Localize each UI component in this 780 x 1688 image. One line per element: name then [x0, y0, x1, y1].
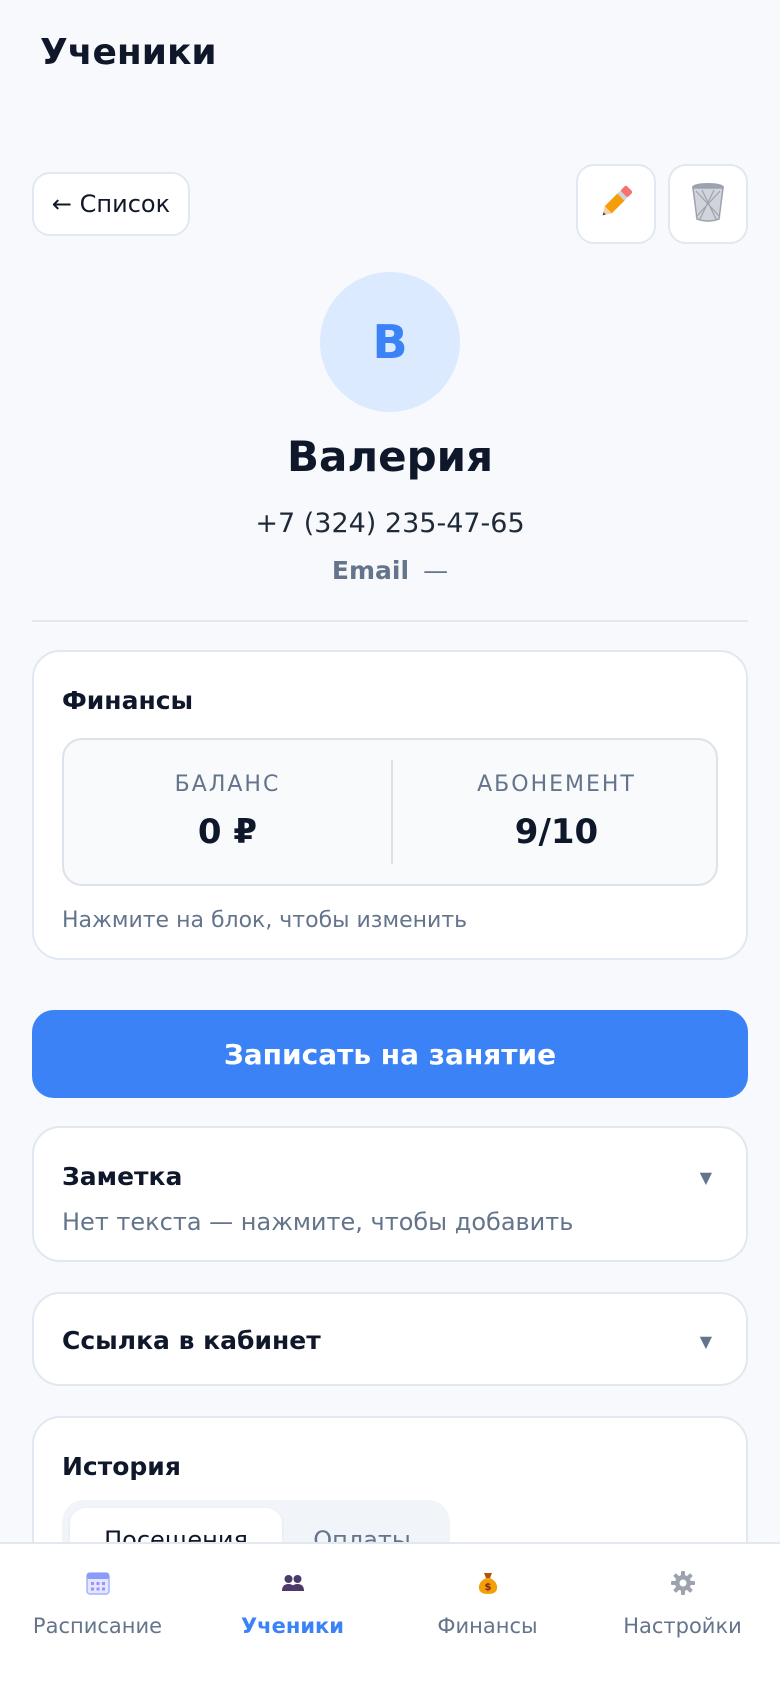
- student-profile-screen: Ученики ← Список В Валерия +7 (324) 235-…: [0, 0, 780, 1688]
- avatar: В: [320, 272, 460, 412]
- note-card[interactable]: Заметка Нет текста — нажмите, чтобы доба…: [32, 1126, 748, 1262]
- bottom-nav: Расписание Ученики $ Финансы Настройки: [0, 1542, 780, 1688]
- svg-text:$: $: [485, 1582, 492, 1593]
- email-value: —: [423, 556, 449, 585]
- page-title: Ученики: [40, 32, 217, 73]
- student-phone: +7 (324) 235-47-65: [255, 508, 525, 539]
- calendar-icon: [85, 1570, 111, 1596]
- nav-label-schedule: Расписание: [32, 1614, 163, 1638]
- nav-item-schedule[interactable]: Расписание: [0, 1544, 195, 1688]
- student-name: Валерия: [286, 432, 494, 481]
- money-bag-icon: $: [475, 1570, 501, 1596]
- finance-card: Финансы БАЛАНС 0 ₽ АБОНЕМЕНТ 9/10 Нажмит…: [32, 650, 748, 960]
- cabinet-link-card[interactable]: Ссылка в кабинет ▼: [32, 1292, 748, 1386]
- email-label: Email: [331, 556, 410, 585]
- nav-item-settings[interactable]: Настройки: [585, 1544, 780, 1688]
- book-lesson-button[interactable]: Записать на занятие: [32, 1010, 748, 1098]
- balance-label: БАЛАНС: [174, 772, 281, 797]
- balance-value: 0 ₽: [197, 812, 258, 852]
- pencil-icon: [595, 181, 637, 227]
- subscription-label: АБОНЕМЕНТ: [477, 772, 636, 797]
- balance-block[interactable]: БАЛАНС 0 ₽: [64, 740, 391, 884]
- chevron-down-icon: ▼: [699, 1332, 712, 1351]
- nav-label-settings: Настройки: [623, 1614, 742, 1638]
- nav-label-finances: Финансы: [437, 1614, 538, 1638]
- chevron-down-icon: ▼: [699, 1168, 712, 1187]
- subscription-value: 9/10: [514, 812, 599, 852]
- back-to-list-button[interactable]: ← Список: [32, 172, 190, 236]
- divider: [32, 620, 748, 622]
- finance-summary[interactable]: БАЛАНС 0 ₽ АБОНЕМЕНТ 9/10: [62, 738, 718, 886]
- finance-hint: Нажмите на блок, чтобы изменить: [62, 908, 468, 933]
- nav-item-students[interactable]: Ученики: [195, 1544, 390, 1688]
- gear-icon: [670, 1570, 696, 1596]
- edit-button[interactable]: [576, 164, 656, 244]
- subscription-block[interactable]: АБОНЕМЕНТ 9/10: [393, 740, 720, 884]
- nav-label-students: Ученики: [240, 1614, 345, 1638]
- email-row: Email —: [0, 556, 780, 585]
- history-title: История: [62, 1452, 181, 1481]
- delete-button[interactable]: [668, 164, 748, 244]
- people-icon: [280, 1570, 306, 1596]
- wastebasket-icon: [688, 181, 728, 227]
- note-title: Заметка: [62, 1162, 183, 1191]
- cabinet-link-title: Ссылка в кабинет: [62, 1326, 321, 1355]
- finance-title: Финансы: [62, 686, 194, 715]
- note-text: Нет текста — нажмите, чтобы добавить: [62, 1208, 574, 1236]
- nav-item-finances[interactable]: $ Финансы: [390, 1544, 585, 1688]
